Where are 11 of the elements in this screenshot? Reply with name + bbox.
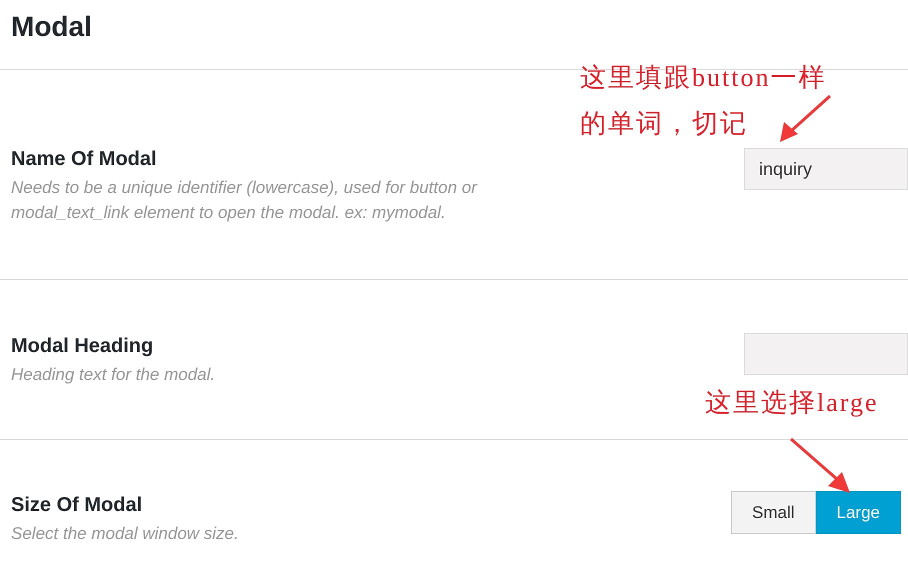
size-option[interactable]: Small [731, 491, 816, 534]
setting-label: Modal Heading [11, 335, 154, 358]
setting-description: Select the modal window size. [11, 523, 240, 545]
setting-description: Needs to be a unique identifier (lowercase), used for button or modal_text_link element to open the modal. ex: mymodal. [11, 177, 478, 224]
text-field[interactable]: inquiry [744, 148, 908, 190]
annotation-text: 的单词，切记 [580, 108, 748, 140]
text-field[interactable] [744, 333, 908, 375]
setting-label: Name Of Modal [11, 148, 158, 171]
annotation-text: 这里选择large [705, 387, 878, 419]
setting-description: Heading text for the modal. [11, 364, 216, 386]
setting-label: Size Of Modal [11, 494, 144, 517]
